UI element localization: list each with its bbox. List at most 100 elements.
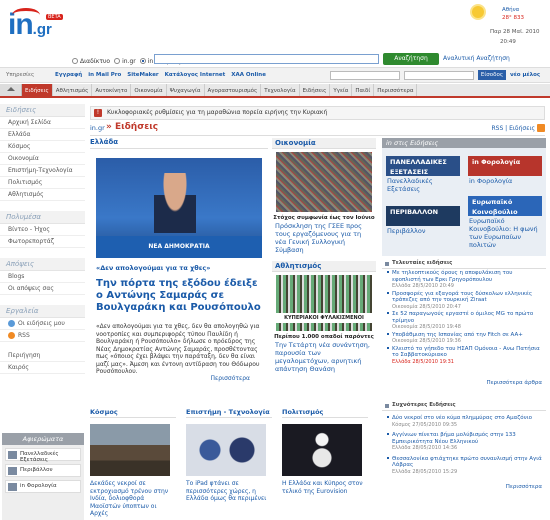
tile-parliament[interactable]: Ευρωπαϊκό Κοινοβούλιο Ευρωπαϊκό Κοινοβού… — [466, 196, 544, 250]
world-headline[interactable]: Δεκάδες νεκροί σε εκτροχιασμό τρένου στη… — [90, 480, 176, 518]
latest-item[interactable]: Με τηλεοπτικούς όρους η αποφυλάκιση του … — [382, 269, 546, 290]
inmail-link[interactable]: in Mail Pro — [88, 72, 121, 78]
login-button[interactable]: Είσοδος — [478, 70, 506, 80]
latest-more-link[interactable]: Περισσότερα άρθρα — [486, 380, 542, 386]
lead-photo[interactable]: ΝΕΑ ΔΗΜΟΚΡΑΤΙΑ — [96, 158, 262, 258]
scope-ingr[interactable]: in.gr — [114, 58, 136, 65]
radio-icon — [114, 58, 121, 64]
advanced-search-link[interactable]: Αναλυτική Αναζήτηση — [443, 55, 510, 62]
tab-kids[interactable]: Παιδί — [352, 84, 375, 96]
tech-photo[interactable] — [186, 424, 266, 476]
tab-sports[interactable]: Αθλητισμός — [53, 84, 93, 96]
sidebar-item-blogs[interactable]: Blogs — [0, 271, 85, 283]
site-logo[interactable]: in.gr BETA — [8, 8, 68, 50]
tab-news[interactable]: Ειδήσεις — [22, 84, 53, 96]
sidebar-item-rss[interactable]: RSS — [0, 330, 85, 342]
sidebar-item-photo[interactable]: Φωτορεπορτάζ — [0, 236, 85, 248]
search-button[interactable]: Αναζήτηση — [383, 53, 439, 65]
sports-headline[interactable]: Την Τετάρτη νέα συνάντηση, παρουσία των … — [272, 340, 376, 374]
feature-exams[interactable]: Πανελλαδικές Εξετάσεις — [5, 448, 81, 463]
main-nav: Ειδήσεις Αθλητισμός Αυτοκίνητο Οικονομία… — [0, 84, 550, 98]
features-box: Αφιερώματα Πανελλαδικές Εξετάσεις Περιβά… — [2, 433, 84, 520]
sidebar-item-culture[interactable]: Πολιτισμός — [0, 177, 85, 189]
sidebar-item-home[interactable]: Αρχική Σελίδα — [0, 117, 85, 129]
environment-banner: ΠΕΡΙΒΑΛΛΟΝ — [386, 206, 460, 226]
tile-taxation[interactable]: in Φορολογία in Φορολογία — [466, 156, 544, 186]
sidebar-item-video[interactable]: Βίντεο - Ήχος — [0, 224, 85, 236]
economy-headline[interactable]: Πρόσκληση της ΓΣΕΕ προς τους εργαζόμενου… — [272, 221, 376, 255]
culture-headline[interactable]: Η Ελλάδα και Κύπρος στον τελικό της Euro… — [282, 480, 368, 495]
sidebar-item-world[interactable]: Κόσμος — [0, 141, 85, 153]
frequent-more-link[interactable]: Περισσότερα — [506, 484, 542, 490]
parliament-banner: Ευρωπαϊκό Κοινοβούλιο — [468, 196, 542, 216]
tile-exams[interactable]: ΠΑΝΕΛΛΑΔΙΚΕΣ ΕΞΕΤΑΣΕΙΣ Πανελλαδικές Εξετ… — [384, 156, 462, 194]
scope-web[interactable]: Διαδίκτυο — [72, 58, 110, 65]
xaa-link[interactable]: XAA Online — [231, 72, 266, 78]
frequent-item[interactable]: Δύο νεκροί στο νέο κύμα πλημμύρας στο Αμ… — [382, 414, 546, 428]
culture-photo[interactable] — [282, 424, 362, 476]
economy-photo[interactable] — [276, 152, 372, 212]
latest-item[interactable]: Υποβάθμιση της Ισπανίας από την Fitch σε… — [382, 331, 546, 345]
sidebar-item-sports[interactable]: Αθλητισμός — [0, 189, 85, 201]
world-title[interactable]: Κόσμος — [90, 408, 176, 418]
tab-health[interactable]: Υγεία — [330, 84, 353, 96]
latest-item[interactable]: Προσφορές για εξαγορά τους δύσκολων ελλη… — [382, 290, 546, 311]
sidebar-item-science[interactable]: Επιστήμη-Τεχνολογία — [0, 165, 85, 177]
username-field[interactable] — [330, 71, 400, 80]
tab-auto[interactable]: Αυτοκίνητο — [92, 84, 132, 96]
password-field[interactable] — [404, 71, 474, 80]
economy-title[interactable]: Οικονομία — [272, 138, 376, 149]
tech-headline[interactable]: Το iPad φτάνει σε περισσότερες χώρες, η … — [186, 480, 272, 503]
frequent-item[interactable]: Θεσσαλονίκα φτιάχτηκε πρώτο συναυλισμή σ… — [382, 455, 546, 476]
user-icon — [8, 320, 15, 327]
lead-headline[interactable]: Την πόρτα της εξόδου έδειξε ο Αντώνης Σα… — [96, 278, 264, 314]
sports-photo[interactable]: ΚΥΠΕΡΙΑΚΟΙ ΦΥΛΑΚΙΣΜΕΝΟΙ — [276, 275, 372, 331]
in-news-box: in στις Ειδήσεις ΠΑΝΕΛΛΑΔΙΚΕΣ ΕΞΕΤΑΣΕΙΣ … — [382, 138, 546, 256]
tab-news-2[interactable]: Ειδήσεις — [300, 84, 331, 96]
sidebar-item-economy[interactable]: Οικονομία — [0, 153, 85, 165]
sidebar-item-greece[interactable]: Ελλάδα — [0, 129, 85, 141]
lead-caption: «Δεν απολογούμαι για τα χθες» — [96, 264, 211, 272]
rss-link[interactable]: RSS | Ειδήσεις — [491, 125, 535, 132]
tile-environment[interactable]: ΠΕΡΙΒΑΛΛΟΝ Περιβάλλον — [384, 206, 462, 236]
register-link[interactable]: Εγγραφή — [55, 72, 82, 78]
taxation-banner: in Φορολογία — [468, 156, 542, 176]
culture-title[interactable]: Πολιτισμός — [282, 408, 368, 418]
lead-section-title[interactable]: Ελλάδα — [90, 138, 268, 149]
feature-taxation[interactable]: in Φορολογία — [5, 480, 81, 493]
tab-technology[interactable]: Τεχνολογία — [261, 84, 300, 96]
new-member-link[interactable]: νέο μέλος — [510, 72, 540, 78]
section-highlights: Κόσμος Δεκάδες νεκροί σε εκτροχιασμό τρέ… — [90, 408, 375, 520]
latest-item[interactable]: Κλειστό το γήπεδο του ΗΣΑΠ Ομόνοια - Ανω… — [382, 345, 546, 366]
tech-title[interactable]: Επιστήμη - Τεχνολογία — [186, 408, 272, 418]
lead-more-link[interactable]: Περισσότερα — [211, 375, 251, 382]
taxation-label: in Φορολογία — [469, 177, 513, 185]
tab-economy[interactable]: Οικονομία — [131, 84, 167, 96]
weather-city[interactable]: Αθήνα — [502, 7, 519, 13]
tab-more[interactable]: Περισσότερα — [374, 84, 418, 96]
directory-link[interactable]: Κατάλογος Internet — [165, 72, 226, 78]
rss-icon[interactable] — [537, 124, 545, 132]
weather-temp: 28° 833 — [502, 15, 524, 21]
search-input[interactable] — [154, 54, 379, 64]
services-bar: Υπηρεσίες Εγγραφή in Mail Pro SiteMaker … — [0, 67, 550, 83]
in-news-heading: in στις Ειδήσεις — [382, 138, 546, 148]
feature-environment[interactable]: Περιβάλλον — [5, 464, 81, 477]
sidebar-item-weather[interactable]: Καιρός — [0, 362, 85, 374]
weather-widget[interactable]: Αθήνα 28° 833 Παρ 28 Μαϊ. 2010 20:49 — [470, 4, 548, 52]
sidebar-item-my-news[interactable]: Οι ειδήσεις μου — [0, 318, 85, 330]
latest-item[interactable]: Σε 52 παραγωγούς εργαστέ ο όμιλος MG το … — [382, 310, 546, 331]
frequent-item[interactable]: Αγγίνιων πίνεται βήμα μολύβισμός στην 13… — [382, 431, 546, 452]
tab-shopping[interactable]: Αγοραστουρισμός — [205, 84, 262, 96]
exams-banner: ΠΑΝΕΛΛΑΔΙΚΕΣ ΕΞΕΤΑΣΕΙΣ — [386, 156, 460, 176]
breadcrumb-site[interactable]: in.gr — [90, 124, 105, 132]
home-icon[interactable] — [0, 84, 22, 96]
sidebar-item-browse[interactable]: Περιήγηση — [0, 350, 85, 362]
sports-title[interactable]: Αθλητισμός — [272, 261, 376, 272]
sitemaker-link[interactable]: SiteMaker — [127, 72, 158, 78]
rss-icon — [8, 332, 15, 339]
tab-entertainment[interactable]: Ψυχαγωγία — [167, 84, 205, 96]
sidebar-item-your-opinions[interactable]: Οι απόψεις σας — [0, 283, 85, 295]
breaking-alert[interactable]: ! Κυκλοφοριακές ρυθμίσεις για τη μαραθών… — [90, 106, 545, 120]
world-photo[interactable] — [90, 424, 170, 476]
